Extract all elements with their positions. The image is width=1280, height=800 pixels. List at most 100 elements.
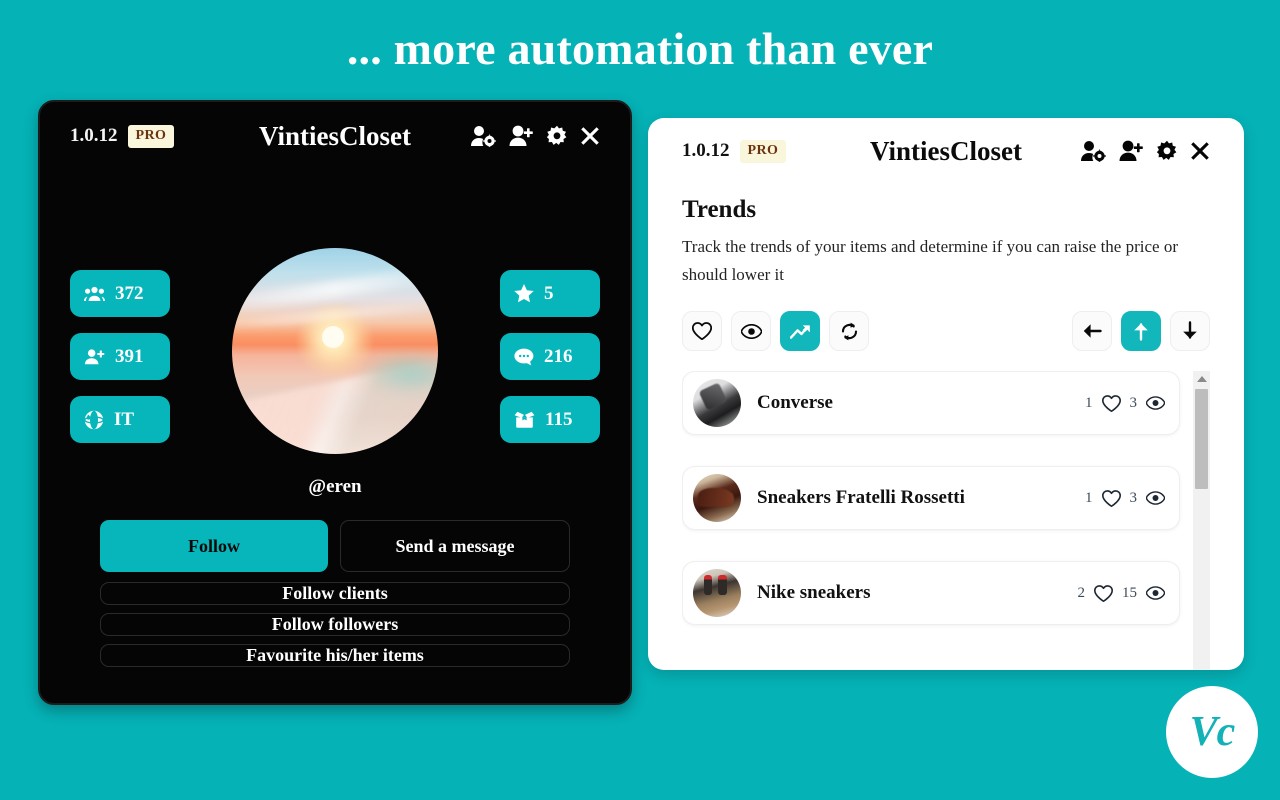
item-likes-count: 2: [1077, 584, 1086, 601]
trend-up-icon: [789, 324, 811, 339]
stat-pill-rating[interactable]: 5: [500, 270, 600, 317]
refresh-button[interactable]: [829, 311, 869, 352]
arrow-down-icon: [1181, 321, 1199, 341]
item-likes-count: 1: [1085, 394, 1093, 411]
stat-value: 216: [544, 345, 573, 367]
item-thumbnail: [693, 569, 741, 618]
pro-badge: PRO: [127, 124, 175, 148]
comment-icon: [514, 348, 534, 366]
user-plus-icon[interactable]: [508, 125, 534, 147]
trends-toolbar: [682, 311, 1210, 352]
item-stats: 2 15: [1077, 584, 1165, 602]
item-name: Converse: [757, 392, 833, 414]
scrollbar-thumb[interactable]: [1195, 389, 1208, 490]
stat-pill-items[interactable]: 115: [500, 396, 600, 443]
item-stats: 1 3: [1085, 395, 1165, 412]
trends-panel-header-icons: [1080, 140, 1210, 162]
eye-filter-button[interactable]: [731, 311, 771, 352]
toolbar-nav-group: [1072, 311, 1210, 352]
arrow-left-icon: [1082, 322, 1102, 340]
close-icon[interactable]: [580, 126, 600, 146]
user-plus-icon: [84, 348, 105, 365]
version-badge-group: 1.0.12 PRO: [682, 139, 787, 163]
page-title: ... more automation than ever: [346, 23, 934, 74]
version-badge-group: 1.0.12 PRO: [70, 124, 175, 148]
heart-filter-button[interactable]: [682, 311, 722, 352]
user-gear-icon[interactable]: [1080, 140, 1106, 162]
profile-primary-actions: Follow Send a message: [100, 520, 570, 572]
trends-panel: 1.0.12 PRO VintiesCloset Trends Track th…: [648, 118, 1244, 670]
toolbar-filter-group: [682, 311, 869, 352]
stats-left-column: 372 391 IT: [70, 270, 170, 443]
profile-handle: @eren: [308, 476, 362, 497]
list-item[interactable]: Converse 1 3: [682, 371, 1180, 436]
users-icon: [84, 286, 105, 302]
gear-icon[interactable]: [1156, 140, 1178, 162]
item-name: Sneakers Fratelli Rossetti: [757, 487, 965, 509]
gear-icon[interactable]: [546, 125, 568, 147]
scroll-up-button[interactable]: [1121, 311, 1161, 352]
heart-icon: [1101, 489, 1121, 507]
brand-logo: Vc: [1166, 686, 1258, 778]
heart-icon: [1094, 584, 1113, 602]
item-thumbnail: [693, 474, 741, 523]
box-open-icon: [514, 411, 535, 428]
scroll-down-button[interactable]: [1170, 311, 1210, 352]
close-icon[interactable]: [1190, 141, 1210, 161]
refresh-icon: [840, 322, 859, 341]
heart-icon: [1101, 394, 1121, 412]
item-views-count: 3: [1129, 489, 1138, 506]
list-scrollbar[interactable]: [1193, 371, 1210, 670]
avatar: [232, 248, 438, 454]
item-name: Nike sneakers: [757, 582, 871, 604]
follow-button[interactable]: Follow: [100, 520, 328, 572]
profile-panel-header: 1.0.12 PRO VintiesCloset: [70, 102, 600, 170]
profile-panel-header-icons: [470, 125, 600, 147]
scrollbar-up-arrow-icon[interactable]: [1193, 371, 1210, 387]
section-title: Trends: [682, 196, 757, 223]
item-likes-count: 1: [1085, 489, 1093, 506]
stat-value: 391: [115, 345, 144, 367]
stat-pill-comments[interactable]: 216: [500, 333, 600, 380]
trends-panel-header: 1.0.12 PRO VintiesCloset: [682, 118, 1210, 184]
eye-icon: [1146, 586, 1165, 600]
profile-stats-area: 372 391 IT 5 216 115 @eren Follow Send a…: [70, 170, 600, 667]
profile-panel: 1.0.12 PRO VintiesCloset 372 391 IT 5 21…: [38, 100, 632, 705]
stat-value: 372: [115, 282, 144, 304]
eye-icon: [1146, 396, 1165, 410]
stat-value: IT: [114, 408, 135, 430]
item-views-count: 15: [1122, 584, 1137, 601]
heart-icon: [692, 322, 712, 341]
eye-icon: [740, 323, 762, 339]
favourite-items-button[interactable]: Favourite his/her items: [100, 644, 570, 667]
stat-pill-following[interactable]: 391: [70, 333, 170, 380]
item-thumbnail: [693, 379, 741, 428]
user-plus-icon[interactable]: [1118, 140, 1144, 162]
pro-badge: PRO: [739, 139, 787, 163]
section-description: Track the trends of your items and deter…: [682, 237, 1178, 285]
version-label: 1.0.12: [682, 140, 730, 161]
user-gear-icon[interactable]: [470, 125, 496, 147]
list-item[interactable]: Sneakers Fratelli Rossetti 1 3: [682, 466, 1180, 531]
trends-list-wrapper: Converse 1 3 Sneakers Fratelli Rossetti …: [682, 371, 1210, 670]
trends-list[interactable]: Converse 1 3 Sneakers Fratelli Rossetti …: [682, 371, 1184, 670]
item-views-count: 3: [1129, 394, 1138, 411]
version-label: 1.0.12: [70, 125, 118, 146]
stat-pill-followers[interactable]: 372: [70, 270, 170, 317]
profile-secondary-actions: Follow clients Follow followers Favourit…: [100, 582, 570, 667]
arrow-up-icon: [1132, 321, 1150, 341]
globe-icon: [84, 410, 104, 430]
brand-logo-text: Vc: [1189, 709, 1236, 755]
send-message-button[interactable]: Send a message: [340, 520, 570, 572]
list-item[interactable]: Nike sneakers 2 15: [682, 561, 1180, 626]
stat-pill-country[interactable]: IT: [70, 396, 170, 443]
item-stats: 1 3: [1085, 490, 1165, 507]
star-icon: [514, 284, 534, 303]
follow-clients-button[interactable]: Follow clients: [100, 582, 570, 605]
trend-filter-button[interactable]: [780, 311, 820, 352]
stat-value: 115: [545, 408, 573, 430]
stat-value: 5: [544, 282, 554, 304]
back-button[interactable]: [1072, 311, 1112, 352]
follow-followers-button[interactable]: Follow followers: [100, 613, 570, 636]
stats-right-column: 5 216 115: [500, 270, 600, 443]
